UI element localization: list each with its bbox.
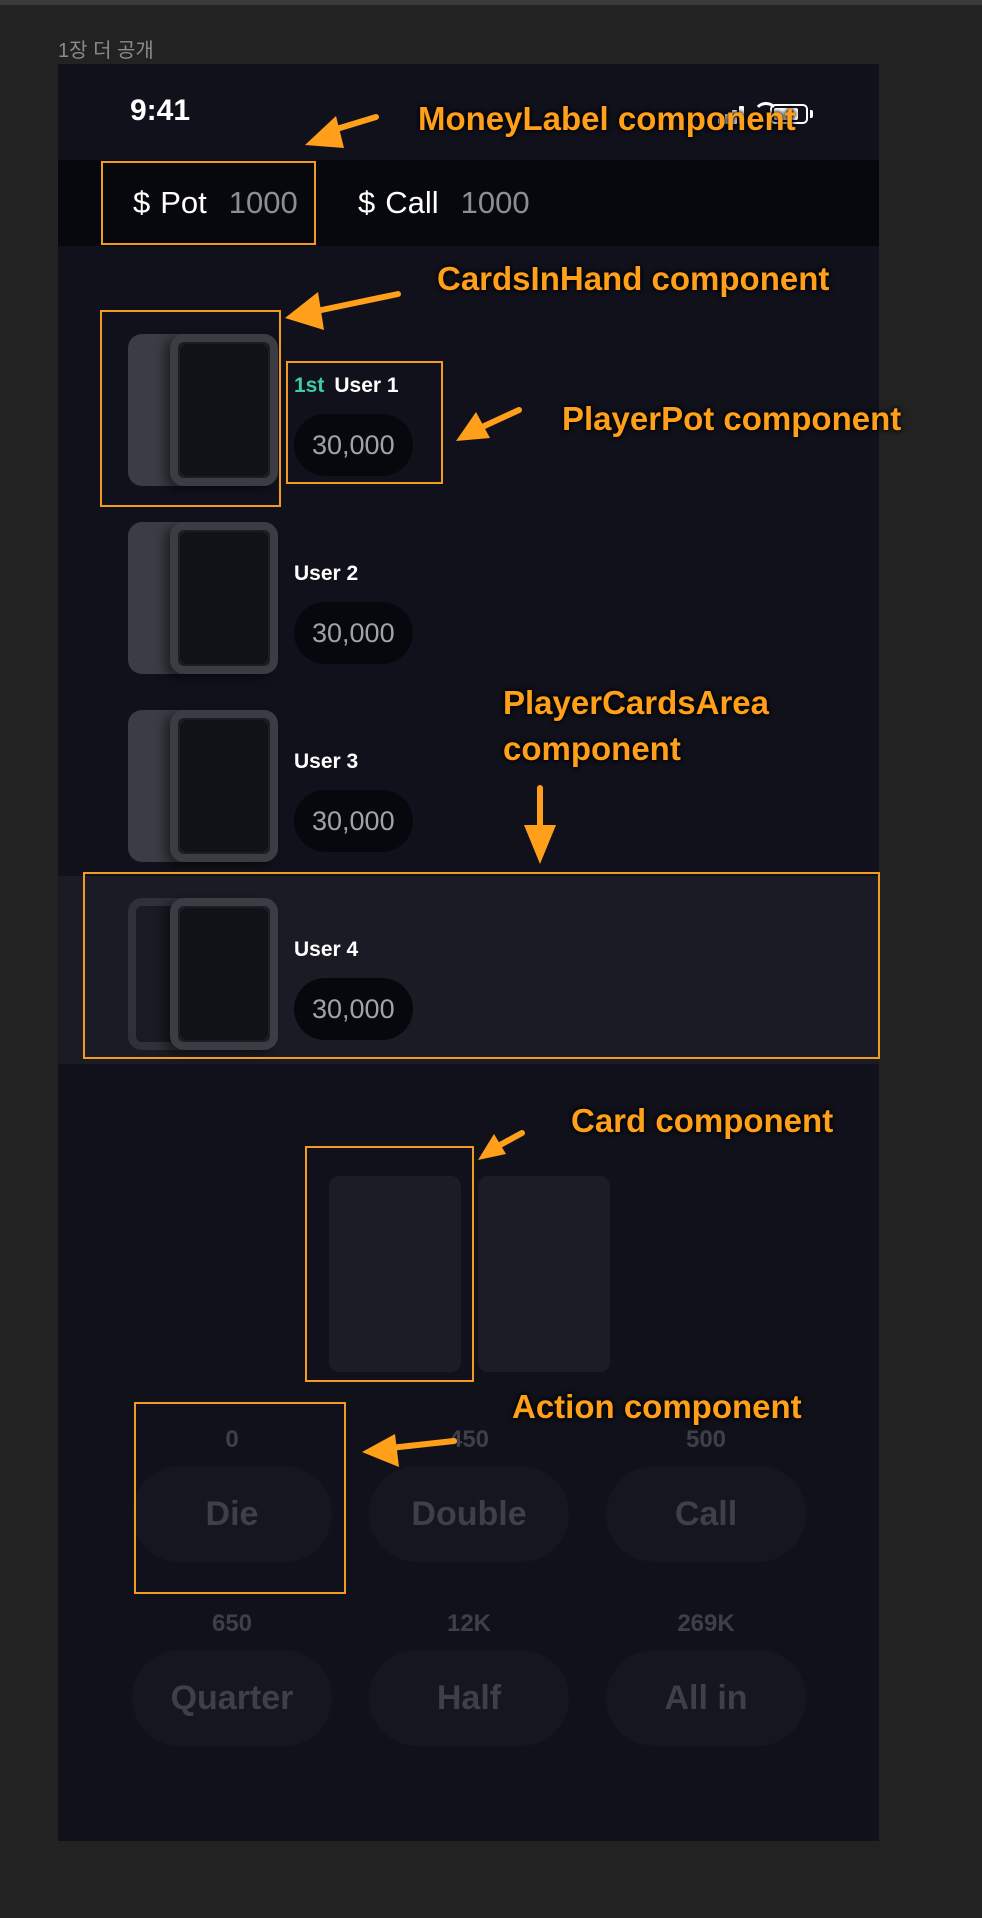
arrow-head-money-label (305, 116, 344, 148)
arrow-head-action (362, 1434, 399, 1467)
annotation-arrows (285, 114, 556, 1467)
arrow-card (497, 1130, 525, 1148)
arrow-head-card (478, 1134, 506, 1160)
arrow-cards-in-hand (309, 291, 401, 315)
arrow-head-player-cards-area (524, 825, 556, 864)
arrow-action (387, 1438, 457, 1451)
arrow-player-pot (477, 407, 522, 431)
arrow-head-cards-in-hand (285, 292, 324, 330)
